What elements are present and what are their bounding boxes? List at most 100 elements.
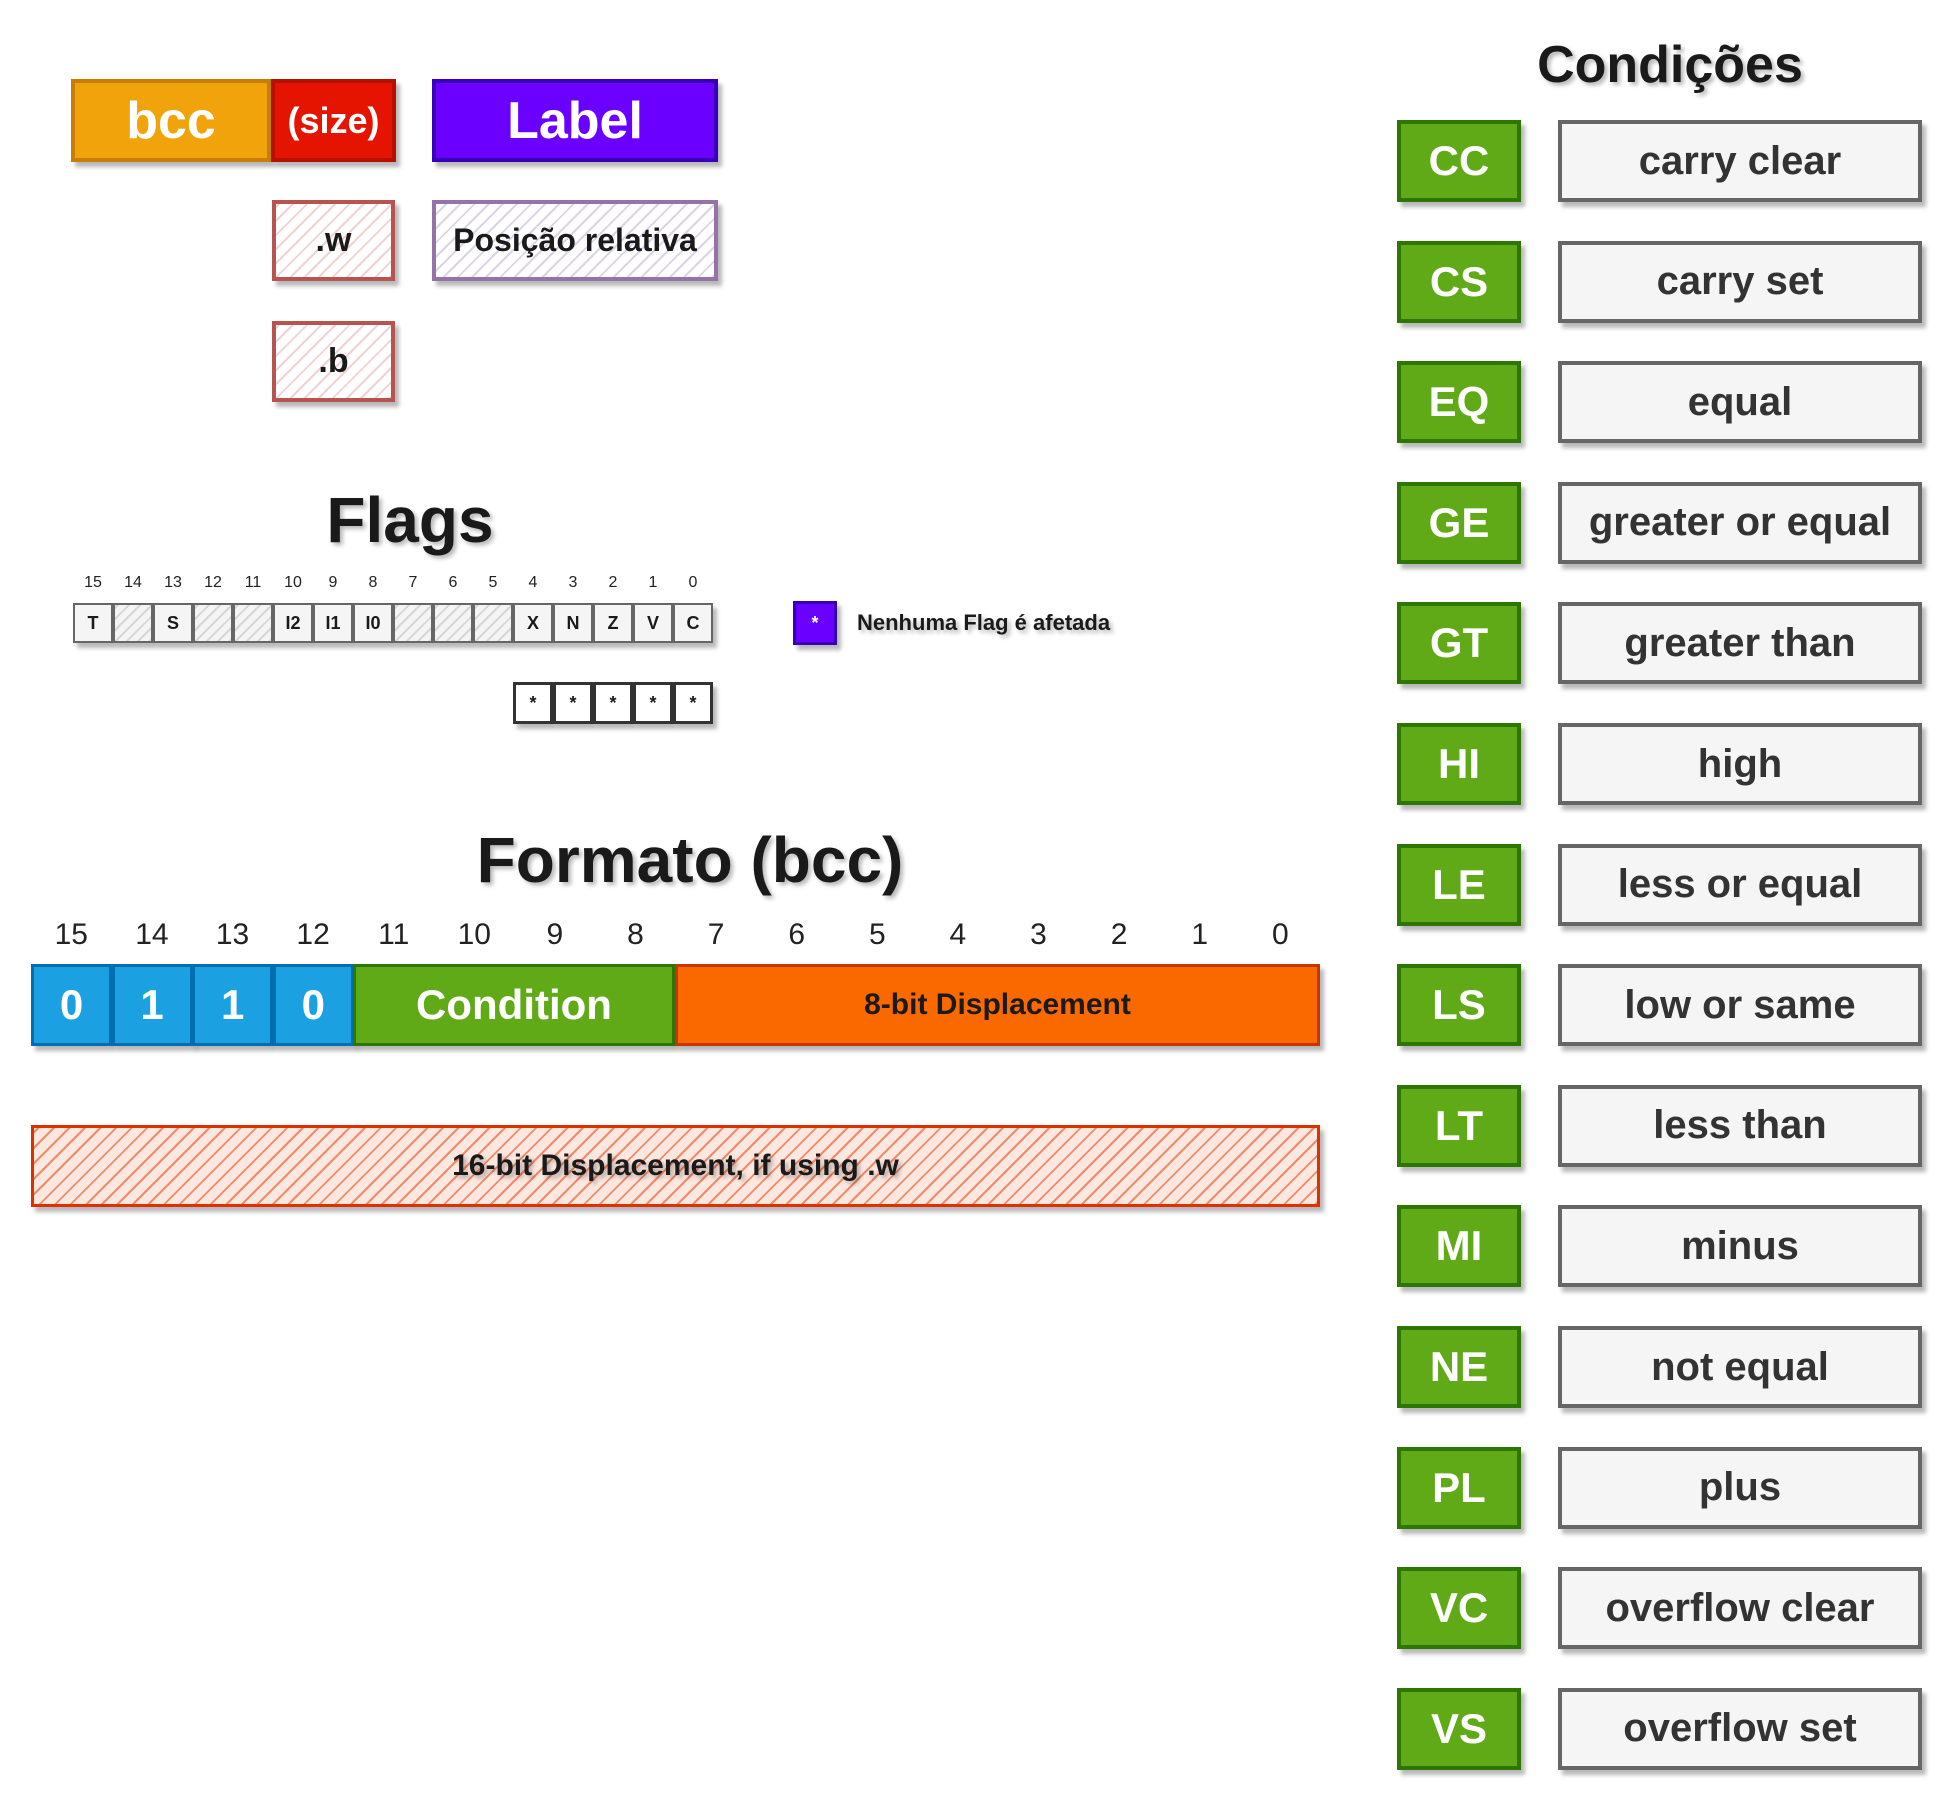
flag-bit-number: 8 [368,574,378,591]
format-bit-number: 7 [707,918,725,951]
flag-bit-number: 9 [328,574,338,591]
opcode-bit: 1 [192,964,274,1046]
format-title: Formato (bcc) [476,824,904,896]
flag-cell-unused [193,603,233,643]
condition-code: LT [1397,1084,1521,1167]
format-bit-number: 9 [546,918,564,951]
flag-bit-number: 15 [84,574,102,591]
condition-description: overflow set [1558,1687,1922,1770]
flag-effect-cell: * [553,682,593,724]
condition-code: LS [1397,964,1521,1047]
condition-description: high [1558,723,1922,805]
flag-cell-unused [113,603,153,643]
flag-cell-unused [393,603,433,643]
format-bit-number: 14 [135,918,169,951]
condition-code: GT [1397,602,1521,685]
flag-cell: N [553,603,593,643]
condition-description: equal [1558,361,1922,444]
condition-description: carry clear [1558,120,1922,202]
condition-description: not equal [1558,1326,1922,1408]
size-byte-box: .b [272,321,395,402]
flag-effect-cell: * [593,682,633,724]
flag-effect-cell: * [513,682,553,724]
condition-code: VS [1397,1687,1521,1770]
format-bit-number: 0 [1271,918,1289,951]
flag-cell: V [633,603,673,643]
format-bit-number: 10 [457,918,491,951]
flag-cell: C [673,603,713,643]
flag-cell: Z [593,603,633,643]
flag-bit-number: 1 [648,574,658,591]
condition-description: low or same [1558,964,1922,1047]
condition-code: LE [1397,843,1521,926]
flag-bit-number: 0 [688,574,698,591]
flag-effect-cell: * [673,682,713,724]
condition-code: CS [1397,240,1521,323]
format-bit-number: 11 [378,918,410,951]
flag-legend-text: Nenhuma Flag é afetada [857,610,1111,635]
flag-bit-number: 5 [488,574,498,591]
flag-effect-cell: * [633,682,673,724]
condition-code: VC [1397,1567,1521,1650]
flag-bit-number: 11 [244,574,262,591]
mnemonic-box: bcc [71,79,271,162]
flags-title: Flags [326,484,494,556]
displacement16-field: 16-bit Displacement, if using .w [31,1125,1320,1207]
condition-code: PL [1397,1446,1521,1529]
format-bit-number: 6 [788,918,806,951]
opcode-bit: 0 [31,964,112,1046]
condition-description: less or equal [1558,843,1922,926]
condition-code: GE [1397,481,1521,564]
flag-bit-number: 3 [568,574,578,591]
operand-box: Label [432,79,718,162]
opcode-bit: 0 [272,964,354,1046]
format-bit-number: 2 [1110,918,1128,951]
condition-code: EQ [1397,361,1521,444]
flag-bit-number: 4 [528,574,538,591]
format-bit-number: 3 [1030,918,1047,951]
displacement8-field: 8-bit Displacement [675,964,1320,1046]
condition-description: minus [1558,1205,1922,1288]
operand-desc-box: Posição relativa [432,200,718,281]
flag-cell-unused [433,603,473,643]
flag-cell: S [153,603,193,643]
condition-field: Condition [353,964,675,1046]
opcode-bit: 1 [111,964,193,1046]
flag-bit-number: 14 [124,574,142,591]
format-bit-number: 13 [215,918,250,951]
flag-legend-swatch: * [793,601,837,645]
condition-description: overflow clear [1558,1567,1922,1650]
condition-code: CC [1397,120,1521,202]
format-bit-number: 5 [868,918,886,951]
size-word-box: .w [272,200,395,281]
condition-description: carry set [1558,240,1922,323]
flag-bit-number: 6 [448,574,458,591]
format-bit-number: 1 [1191,918,1209,951]
condition-code: HI [1397,723,1521,805]
flag-bit-number: 10 [284,574,302,591]
flag-cell: T [73,603,113,643]
condition-description: greater than [1558,602,1922,685]
flag-bit-number: 12 [204,574,222,591]
condition-code: NE [1397,1326,1521,1408]
size-box: (size) [271,79,396,162]
flag-bit-number: 13 [164,574,182,591]
condition-description: less than [1558,1084,1922,1167]
flag-cell: I2 [273,603,313,643]
flag-cell: I0 [353,603,393,643]
flag-bit-number: 7 [408,574,418,591]
format-bit-number: 15 [54,918,88,951]
flag-cell-unused [233,603,273,643]
displacement16-label: 16-bit Displacement, if using .w [452,1149,899,1182]
format-bit-number: 8 [627,918,644,951]
condition-description: plus [1558,1446,1922,1529]
flag-cell: X [513,603,553,643]
flag-cell: I1 [313,603,353,643]
conditions-title: Condições [1537,36,1803,94]
condition-code: MI [1397,1205,1521,1288]
condition-description: greater or equal [1558,481,1922,564]
flag-bit-number: 2 [608,574,618,591]
flag-cell-unused [473,603,513,643]
format-bit-number: 4 [949,918,967,951]
format-bit-number: 12 [296,918,330,951]
